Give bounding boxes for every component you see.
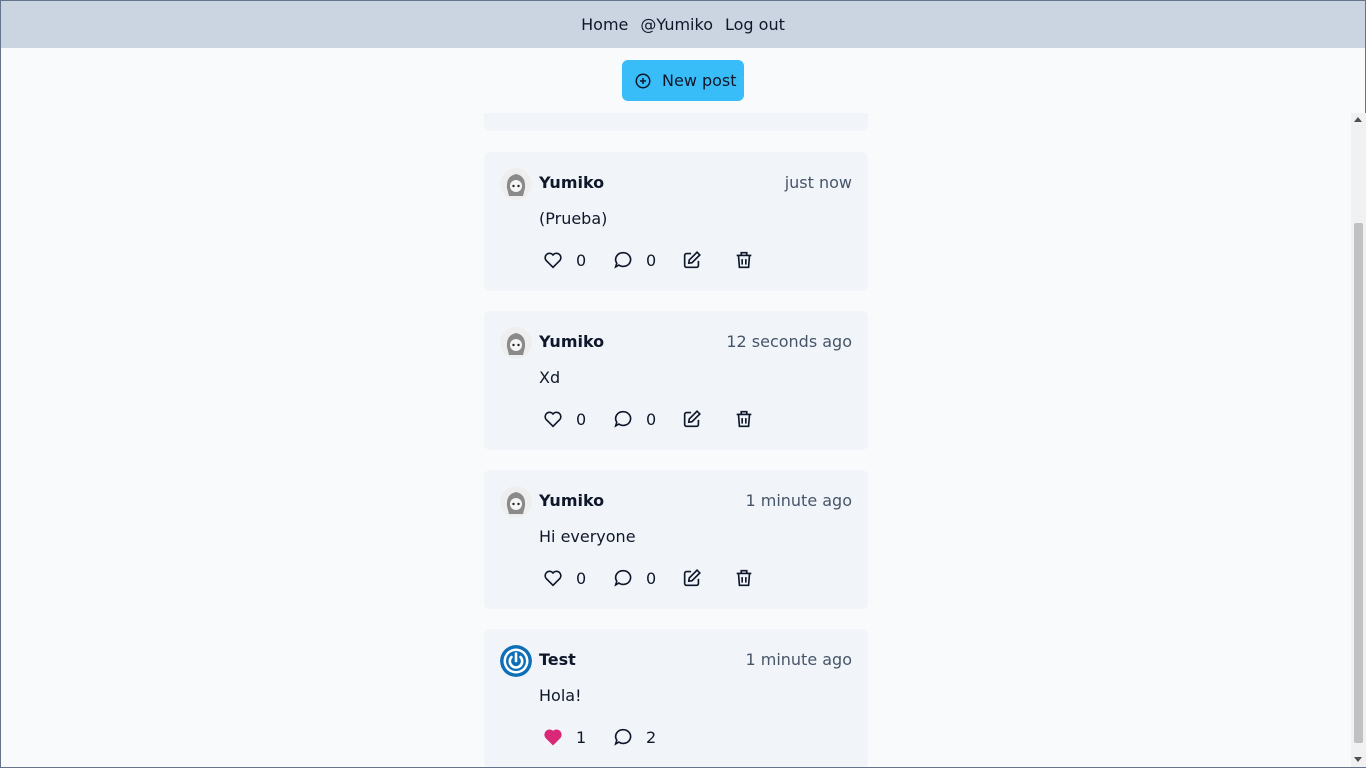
post-timestamp: 1 minute ago: [745, 650, 852, 669]
new-post-label: New post: [662, 71, 737, 90]
anime-avatar-icon: [500, 486, 532, 518]
post-body: Hi everyone: [539, 527, 636, 546]
delete-button[interactable]: [733, 249, 755, 271]
top-navbar: Home @Yumiko Log out: [1, 1, 1365, 48]
comment-icon: [614, 728, 632, 746]
avatar[interactable]: [500, 168, 532, 200]
comment-button[interactable]: 2: [612, 726, 681, 748]
like-count: 0: [576, 409, 587, 429]
edit-icon: [683, 410, 701, 428]
like-count: 1: [576, 727, 587, 747]
like-button[interactable]: 0: [542, 567, 612, 589]
comment-count: 0: [646, 250, 657, 270]
trash-icon: [736, 251, 752, 269]
post-actions: 0 0: [542, 568, 755, 588]
post-body: Xd: [539, 368, 561, 387]
edit-button[interactable]: [681, 249, 733, 271]
scroll-thumb[interactable]: [1354, 223, 1363, 743]
post-actions: 0 0: [542, 409, 755, 429]
new-post-button[interactable]: New post: [622, 60, 744, 101]
post-card: Test 1 minute ago Hola! 1 2: [484, 629, 868, 767]
comment-count: 0: [646, 409, 657, 429]
post-actions: 0 0: [542, 250, 755, 270]
post-card: Yumiko 12 seconds ago Xd 0 0: [484, 311, 868, 450]
post-actions: 1 2: [542, 727, 681, 747]
plus-circle-icon: [635, 73, 651, 88]
heart-filled-icon: [544, 729, 562, 746]
post-card: [484, 113, 868, 131]
trash-icon: [736, 569, 752, 587]
edit-icon: [683, 569, 701, 587]
post-timestamp: 1 minute ago: [745, 491, 852, 510]
post-author[interactable]: Yumiko: [539, 491, 604, 510]
heart-icon: [544, 252, 562, 269]
comment-icon: [614, 251, 632, 269]
like-button[interactable]: 0: [542, 408, 612, 430]
heart-icon: [544, 570, 562, 587]
anime-avatar-icon: [500, 168, 532, 200]
edit-button[interactable]: [681, 567, 733, 589]
feed-scrollbar[interactable]: [1351, 113, 1366, 767]
avatar[interactable]: [500, 327, 532, 359]
post-body: (Prueba): [539, 209, 608, 228]
avatar[interactable]: [500, 645, 532, 677]
comment-icon: [614, 410, 632, 428]
like-count: 0: [576, 568, 587, 588]
post-body: Hola!: [539, 686, 582, 705]
post-feed: Yumiko just now (Prueba) 0 0 Yumiko 12 s…: [1, 113, 1351, 767]
comment-count: 2: [646, 727, 657, 747]
comment-icon: [614, 569, 632, 587]
comment-button[interactable]: 0: [612, 567, 681, 589]
post-card: Yumiko 1 minute ago Hi everyone 0 0: [484, 470, 868, 609]
scroll-up-arrow[interactable]: [1354, 117, 1362, 122]
delete-button[interactable]: [733, 408, 755, 430]
comment-button[interactable]: 0: [612, 249, 681, 271]
post-card: Yumiko just now (Prueba) 0 0: [484, 152, 868, 291]
like-count: 0: [576, 250, 587, 270]
avatar[interactable]: [500, 486, 532, 518]
trash-icon: [736, 410, 752, 428]
nav-home-link[interactable]: Home: [581, 15, 628, 34]
like-button[interactable]: 0: [542, 249, 612, 271]
post-author[interactable]: Test: [539, 650, 576, 669]
nav-logout-link[interactable]: Log out: [725, 15, 785, 34]
comment-count: 0: [646, 568, 657, 588]
heart-icon: [544, 411, 562, 428]
power-avatar-icon: [500, 645, 532, 677]
post-timestamp: just now: [784, 173, 852, 192]
post-author[interactable]: Yumiko: [539, 332, 604, 351]
nav-profile-link[interactable]: @Yumiko: [640, 15, 713, 34]
like-button[interactable]: 1: [542, 726, 612, 748]
scroll-down-arrow[interactable]: [1354, 757, 1362, 762]
post-author[interactable]: Yumiko: [539, 173, 604, 192]
post-timestamp: 12 seconds ago: [726, 332, 852, 351]
edit-icon: [683, 251, 701, 269]
edit-button[interactable]: [681, 408, 733, 430]
comment-button[interactable]: 0: [612, 408, 681, 430]
delete-button[interactable]: [733, 567, 755, 589]
anime-avatar-icon: [500, 327, 532, 359]
